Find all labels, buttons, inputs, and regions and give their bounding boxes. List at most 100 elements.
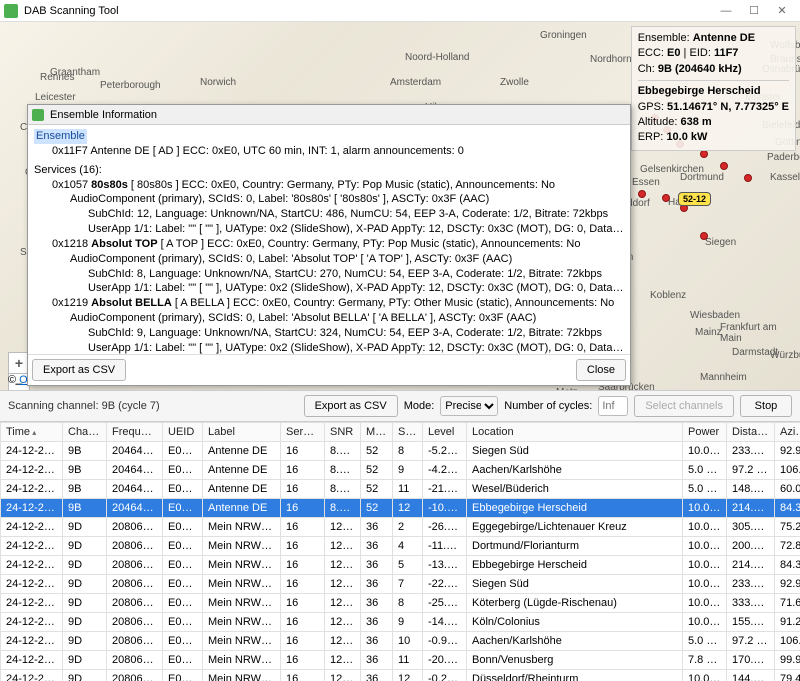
table-cell: 233.2 km bbox=[727, 442, 775, 461]
map-marker[interactable]: 52-12 bbox=[678, 192, 711, 206]
info-ensemble-val: Antenne DE bbox=[693, 32, 755, 44]
table-row[interactable]: 24-12-28 18:33:259B204640 kHzE011F7Anten… bbox=[1, 461, 800, 480]
close-button[interactable]: ✕ bbox=[768, 1, 796, 21]
stop-button[interactable]: Stop bbox=[740, 395, 792, 417]
table-cell: 5.0 kW bbox=[683, 480, 727, 499]
column-header[interactable]: SNR bbox=[325, 423, 361, 442]
info-alt-val: 638 m bbox=[681, 116, 712, 128]
table-cell: 16 bbox=[281, 670, 325, 681]
column-header[interactable]: Channel bbox=[63, 423, 107, 442]
table-row[interactable]: 24-12-28 18:33:439D208064 kHzE01205Mein … bbox=[1, 518, 800, 537]
table-row[interactable]: 24-12-28 18:33:259B204640 kHzE011F7Anten… bbox=[1, 442, 800, 461]
table-cell: -21.7 dB bbox=[423, 480, 467, 499]
table-cell: E01205 bbox=[163, 632, 203, 651]
column-header[interactable]: Main bbox=[361, 423, 393, 442]
table-cell: 16 bbox=[281, 442, 325, 461]
table-cell: 36 bbox=[361, 556, 393, 575]
table-cell: 208064 kHz bbox=[107, 556, 163, 575]
table-row[interactable]: 24-12-28 18:33:439D208064 kHzE01205Mein … bbox=[1, 537, 800, 556]
table-cell: 8.9 dB bbox=[325, 442, 361, 461]
table-cell: -5.2 dB bbox=[423, 442, 467, 461]
table-cell: 12.3 dB bbox=[325, 632, 361, 651]
table-row[interactable]: 24-12-28 18:33:259B204640 kHzE011F7Anten… bbox=[1, 499, 800, 518]
mode-select[interactable]: Precise bbox=[440, 396, 498, 416]
table-cell: 214.2 km bbox=[727, 499, 775, 518]
table-cell: 9D bbox=[63, 594, 107, 613]
table-cell: 97.2 km bbox=[727, 632, 775, 651]
table-cell: 106.1° bbox=[775, 461, 800, 480]
table-row[interactable]: 24-12-28 18:33:439D208064 kHzE01205Mein … bbox=[1, 575, 800, 594]
cycles-input[interactable] bbox=[598, 396, 628, 416]
map-target-dot[interactable] bbox=[662, 194, 670, 202]
table-cell: 12.3 dB bbox=[325, 518, 361, 537]
column-header[interactable]: Azimuth bbox=[775, 423, 800, 442]
info-loc-name: Ebbegebirge Herscheid bbox=[638, 85, 761, 97]
table-cell: -13.5 dB bbox=[423, 556, 467, 575]
dialog-footer: Export as CSV Close bbox=[28, 354, 630, 385]
table-cell: 9B bbox=[63, 499, 107, 518]
table-cell: 7 bbox=[393, 575, 423, 594]
map-target-dot[interactable] bbox=[700, 150, 708, 158]
table-cell: 9D bbox=[63, 575, 107, 594]
table-row[interactable]: 24-12-28 18:33:439D208064 kHzE01205Mein … bbox=[1, 613, 800, 632]
service-line: SubChId: 8, Language: Unknown/NA, StartC… bbox=[34, 267, 624, 282]
table-cell: Köterberg (Lügde-Rischenau) bbox=[467, 594, 683, 613]
table-cell: Ebbegebirge Herscheid bbox=[467, 556, 683, 575]
column-header[interactable]: Level bbox=[423, 423, 467, 442]
table-row[interactable]: 24-12-28 18:33:439D208064 kHzE01205Mein … bbox=[1, 632, 800, 651]
table-cell: Mein NRW DAB+ bbox=[203, 537, 281, 556]
map-target-dot[interactable] bbox=[638, 190, 646, 198]
column-header[interactable]: Location bbox=[467, 423, 683, 442]
table-cell: E01205 bbox=[163, 556, 203, 575]
table-cell: 16 bbox=[281, 480, 325, 499]
column-header[interactable]: Time bbox=[1, 423, 63, 442]
export-csv-button[interactable]: Export as CSV bbox=[304, 395, 398, 417]
table-row[interactable]: 24-12-28 18:33:259B204640 kHzE011F7Anten… bbox=[1, 480, 800, 499]
table-cell: 9B bbox=[63, 461, 107, 480]
dialog-title: Ensemble Information bbox=[50, 109, 157, 121]
column-header[interactable]: Distance bbox=[727, 423, 775, 442]
table-row[interactable]: 24-12-28 18:33:439D208064 kHzE01205Mein … bbox=[1, 651, 800, 670]
column-header[interactable]: Label bbox=[203, 423, 281, 442]
services-header: Services (16): bbox=[34, 164, 102, 176]
table-row[interactable]: 24-12-28 18:33:439D208064 kHzE01205Mein … bbox=[1, 556, 800, 575]
table-cell: -25.8 dB bbox=[423, 594, 467, 613]
dialog-close-button[interactable]: Close bbox=[576, 359, 626, 381]
minimize-button[interactable]: — bbox=[712, 1, 740, 21]
table-row[interactable]: 24-12-28 18:33:439D208064 kHzE01205Mein … bbox=[1, 670, 800, 681]
map-target-dot[interactable] bbox=[720, 162, 728, 170]
results-table-wrap[interactable]: TimeChannelFrequencyUEIDLabelServicesSNR… bbox=[0, 422, 800, 681]
table-cell: 11 bbox=[393, 651, 423, 670]
table-row[interactable]: 24-12-28 18:33:439D208064 kHzE01205Mein … bbox=[1, 594, 800, 613]
dialog-export-button[interactable]: Export as CSV bbox=[32, 359, 126, 381]
column-header[interactable]: Sub bbox=[393, 423, 423, 442]
table-cell: 208064 kHz bbox=[107, 518, 163, 537]
info-alt-label: Altitude: bbox=[638, 116, 678, 128]
table-cell: 155.2 km bbox=[727, 613, 775, 632]
select-channels-button[interactable]: Select channels bbox=[634, 395, 734, 417]
table-cell: 11 bbox=[393, 480, 423, 499]
info-erp-val: 10.0 kW bbox=[666, 131, 707, 143]
column-header[interactable]: UEID bbox=[163, 423, 203, 442]
column-header[interactable]: Power bbox=[683, 423, 727, 442]
service-line: 0x1219 Absolut BELLA [ A BELLA ] ECC: 0x… bbox=[34, 296, 624, 311]
table-cell: Mein NRW DAB+ bbox=[203, 518, 281, 537]
map-target-dot[interactable] bbox=[744, 174, 752, 182]
table-cell: 24-12-28 18:33:43 bbox=[1, 670, 63, 681]
table-cell: -0.2 dB bbox=[423, 670, 467, 681]
service-line: AudioComponent (primary), SCIdS: 0, Labe… bbox=[34, 192, 624, 207]
table-cell: 36 bbox=[361, 613, 393, 632]
table-cell: 8.9 dB bbox=[325, 461, 361, 480]
column-header[interactable]: Frequency bbox=[107, 423, 163, 442]
table-cell: 12.3 dB bbox=[325, 613, 361, 632]
table-cell: 10.0 kW bbox=[683, 499, 727, 518]
table-cell: 36 bbox=[361, 632, 393, 651]
map-target-dot[interactable] bbox=[700, 232, 708, 240]
map[interactable]: AmsterdamHilversumRotterdamLeidenGroning… bbox=[0, 22, 800, 390]
table-cell: 36 bbox=[361, 537, 393, 556]
table-cell: 10.0 kW bbox=[683, 594, 727, 613]
maximize-button[interactable]: ☐ bbox=[740, 1, 768, 21]
column-header[interactable]: Services bbox=[281, 423, 325, 442]
dialog-titlebar[interactable]: Ensemble Information bbox=[28, 105, 630, 125]
dialog-icon bbox=[32, 109, 44, 121]
